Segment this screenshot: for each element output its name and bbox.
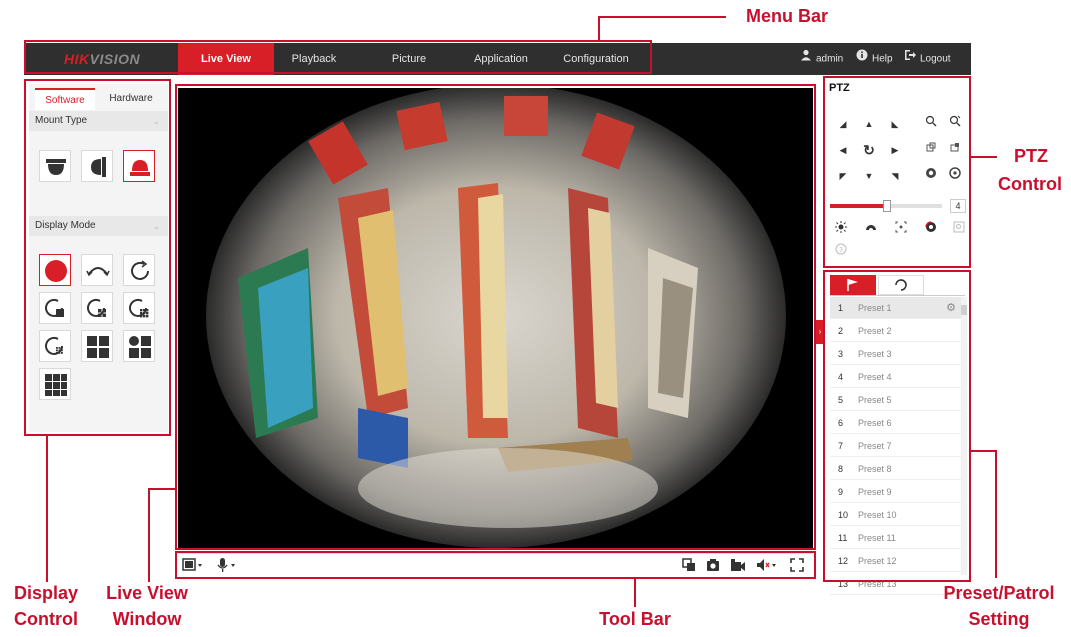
logout-icon — [904, 43, 916, 75]
live-view-highlight — [175, 84, 816, 550]
annotation-liveview-line1: Live View — [106, 583, 188, 603]
screenshot-stage: HIKVISION Live View Playback Picture App… — [0, 0, 1071, 637]
display-control-highlight — [24, 79, 171, 436]
user-name: admin — [816, 53, 844, 65]
annotation-liveview-line2: Window — [112, 609, 182, 629]
preset-patrol-highlight — [823, 270, 971, 582]
help-label: Help — [872, 53, 893, 65]
annotation-display-line1: Display — [13, 583, 79, 603]
help-icon — [856, 43, 868, 75]
annotation-ptz-line2: Control — [998, 174, 1062, 194]
help-button[interactable]: Help — [856, 43, 893, 75]
annotation-display-line2: Control — [14, 609, 78, 629]
tool-bar-highlight — [175, 551, 816, 579]
menu-bar-highlight — [24, 40, 652, 74]
annotation-tool-bar: Tool Bar — [599, 609, 671, 629]
annotation-ptz-line1: PTZ — [1014, 146, 1048, 166]
ptz-control-highlight — [823, 76, 971, 268]
logout-button[interactable]: Logout — [904, 43, 951, 75]
annotation-menu-bar: Menu Bar — [745, 6, 828, 26]
user-icon — [800, 43, 812, 75]
user-menu[interactable]: admin — [800, 43, 843, 75]
annotation-preset-line1: Preset/Patrol — [943, 583, 1055, 603]
annotation-preset-line2: Setting — [968, 609, 1030, 629]
logout-label: Logout — [920, 53, 951, 65]
